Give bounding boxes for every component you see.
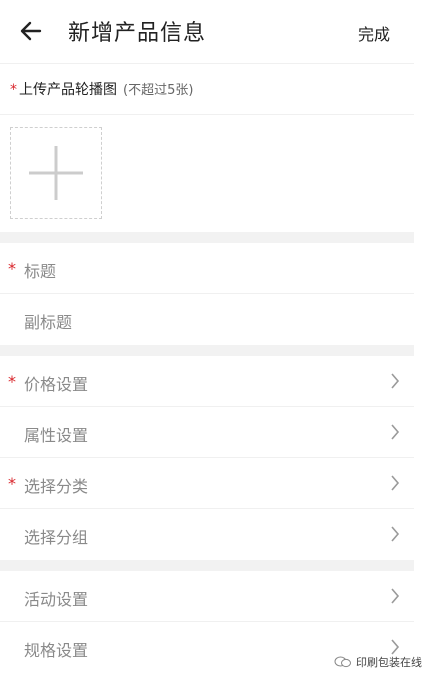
plus-icon	[29, 146, 83, 200]
row-select-group[interactable]: 选择分组	[0, 509, 414, 560]
field-title-label: 标题	[24, 262, 57, 281]
chevron-right-icon	[391, 373, 400, 389]
row-attribute-settings[interactable]: 属性设置	[0, 407, 414, 458]
upload-label: * 上传产品轮播图 (不超过5张)	[10, 79, 193, 99]
chevron-right-icon	[391, 526, 400, 542]
chevron-right-icon	[391, 588, 400, 604]
field-subtitle[interactable]: 副标题	[0, 294, 414, 345]
required-mark: *	[8, 372, 16, 391]
row-select-category[interactable]: * 选择分类	[0, 458, 414, 509]
upload-hint: (不超过5张)	[123, 83, 194, 98]
image-upload-button[interactable]	[10, 127, 102, 219]
page-title: 新增产品信息	[68, 21, 207, 46]
watermark-text: 印刷包装在线	[356, 656, 422, 669]
spec-settings-label: 规格设置	[24, 641, 89, 660]
row-activity-settings[interactable]: 活动设置	[0, 571, 414, 622]
price-settings-label: 价格设置	[24, 375, 89, 394]
done-button[interactable]: 完成	[358, 21, 390, 45]
upload-label-text: 上传产品轮播图	[19, 82, 117, 98]
watermark: 印刷包装在线	[334, 654, 422, 670]
section-gap	[0, 232, 414, 243]
chevron-right-icon	[391, 424, 400, 440]
field-subtitle-label: 副标题	[24, 313, 73, 332]
activity-settings-label: 活动设置	[24, 590, 89, 609]
field-title[interactable]: * 标题	[0, 243, 414, 294]
top-bar: 新增产品信息 完成	[0, 0, 414, 64]
select-group-label: 选择分组	[24, 528, 89, 547]
attribute-settings-label: 属性设置	[24, 426, 89, 445]
required-mark: *	[8, 259, 16, 278]
wechat-icon	[334, 656, 351, 668]
product-form-page: 新增产品信息 完成 * 上传产品轮播图 (不超过5张) * 标题 副标题 * 价格设…	[0, 0, 414, 682]
required-mark: *	[10, 82, 17, 98]
divider	[0, 114, 414, 115]
chevron-right-icon	[391, 475, 400, 491]
select-category-label: 选择分类	[24, 477, 89, 496]
back-arrow-icon[interactable]	[18, 18, 44, 44]
section-gap	[0, 345, 414, 356]
row-price-settings[interactable]: * 价格设置	[0, 356, 414, 407]
chevron-right-icon	[391, 639, 400, 655]
section-gap	[0, 560, 414, 571]
required-mark: *	[8, 474, 16, 493]
